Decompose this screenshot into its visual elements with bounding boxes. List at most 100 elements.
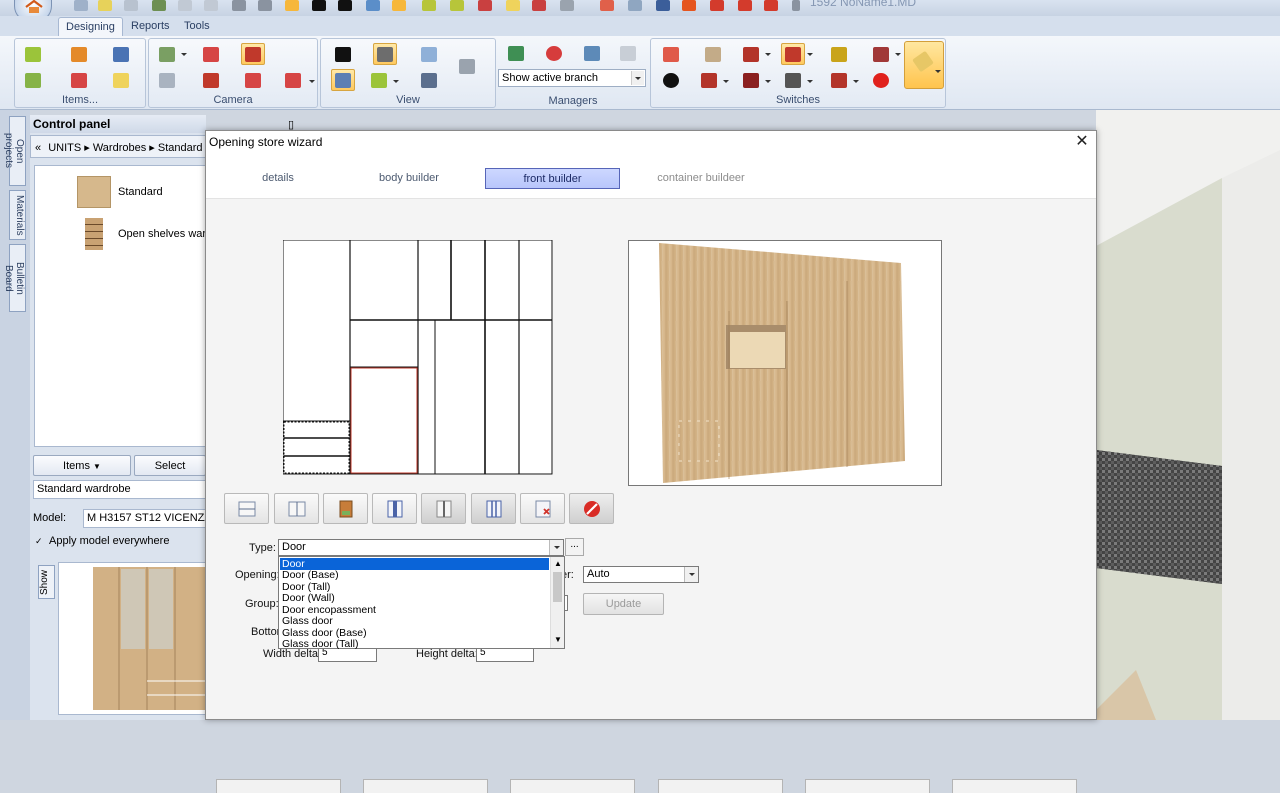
door-panel-button[interactable] [323,493,368,524]
side-tab-open-projects[interactable]: Open projects [3,116,26,186]
dropdown-scrollbar[interactable]: ▲ ▼ [550,557,564,648]
render-icon[interactable] [285,0,299,11]
apply-model-checkbox[interactable]: ✓ Apply model everywhere [35,535,169,547]
add-item-button[interactable] [21,43,45,65]
material-icon[interactable] [764,0,778,11]
save-icon[interactable] [258,0,272,11]
handle-select[interactable]: Auto [583,566,699,583]
camera-button[interactable] [155,43,179,65]
door-icon[interactable] [532,0,546,11]
chevron-down-icon[interactable] [723,80,729,83]
cancel-button[interactable] [569,493,614,524]
apply-button[interactable] [510,779,635,793]
perspective-button[interactable] [241,43,265,65]
image-edit-icon[interactable] [366,0,380,11]
cancel-dialog-button[interactable] [658,779,783,793]
side-tab-materials[interactable]: Materials [9,190,26,240]
chevron-down-icon[interactable] [181,53,187,56]
accessory-button[interactable] [616,42,640,64]
tab-tools[interactable]: Tools [177,17,217,36]
chevron-down-icon[interactable] [853,80,859,83]
baseline-button[interactable] [827,69,851,91]
center-divider-button[interactable] [421,493,466,524]
frame-switch-button[interactable] [697,69,721,91]
scroll-up-icon[interactable]: ▲ [554,559,562,568]
breadcrumb-units[interactable]: UNITS [48,142,81,154]
customize-toolbar-icon[interactable] [792,0,800,11]
type-select[interactable]: Door [278,539,564,556]
network-icon[interactable] [560,0,574,11]
edit-list-button[interactable] [580,42,604,64]
dimension-button[interactable] [827,43,851,65]
type-option[interactable]: Door encopassment [280,604,549,616]
display-settings-button[interactable] [455,55,479,77]
list-item[interactable]: Standard [35,170,207,210]
frame-button[interactable] [67,69,91,91]
open-folder-icon[interactable] [98,0,112,11]
chevron-down-icon[interactable] [309,80,315,83]
select-button[interactable]: Select [134,455,206,476]
chevron-down-icon[interactable] [765,53,771,56]
stop-button[interactable] [869,69,893,91]
double-divider-button[interactable] [471,493,516,524]
animation-button[interactable] [331,43,355,65]
delete-panel-button[interactable] [520,493,565,524]
edit-button[interactable] [21,69,45,91]
tab-designing[interactable]: Designing [58,17,123,36]
unit-name-field[interactable]: Standard wardrobe [33,480,206,499]
type-option[interactable]: Glass door (Tall) [280,638,549,650]
type-browse-button[interactable]: ... [565,538,584,556]
tab-front-builder[interactable]: front builder [485,168,620,189]
items-button[interactable]: Items ▼ [33,455,131,476]
list-item[interactable]: Open shelves wardrobe [35,212,234,252]
type-option[interactable]: Door (Base) [280,569,549,581]
tab-details[interactable]: details [228,168,328,189]
light-bulb-icon[interactable] [506,0,520,11]
undo-icon[interactable] [178,0,192,11]
breadcrumb-standard[interactable]: Standard [158,142,203,154]
new-file-icon[interactable] [74,0,88,11]
save-button[interactable] [805,779,930,793]
3d-viewport[interactable] [1096,110,1280,720]
render-view-button[interactable] [373,43,397,65]
ruler-icon[interactable] [422,0,436,11]
layers-button[interactable] [504,42,528,64]
measure-icon[interactable] [450,0,464,11]
model-input[interactable]: M H3157 ST12 VICENZA OAK [83,509,206,528]
vertical-split-button[interactable] [274,493,319,524]
previous-button[interactable] [216,779,341,793]
roof-button[interactable] [241,69,265,91]
breadcrumb-wardrobes[interactable]: Wardrobes [93,142,146,154]
breadcrumb-back-icon[interactable]: « [35,142,41,154]
textures-button[interactable] [367,69,391,91]
wall-switch-button[interactable] [739,43,763,65]
house-section-button[interactable] [199,69,223,91]
corner-switch-button[interactable] [781,69,805,91]
square-switch-button[interactable] [739,69,763,91]
next-button[interactable] [363,779,488,793]
type-option[interactable]: Glass door (Base) [280,627,549,639]
play-icon[interactable] [312,0,326,11]
show-tab[interactable]: Show [38,565,55,599]
magic-wand-button[interactable] [904,41,944,89]
collision-button[interactable] [869,43,893,65]
materials-manager-button[interactable] [542,42,566,64]
photo-view-button[interactable] [331,69,355,91]
grid-view-button[interactable] [417,43,441,65]
pen-icon[interactable] [152,0,166,11]
chevron-down-icon[interactable] [684,567,698,582]
snap-grid-button[interactable] [781,43,805,65]
snap-point-button[interactable] [659,43,683,65]
update-button[interactable]: Update [583,593,664,615]
scrollbar-thumb[interactable] [553,572,562,602]
copy-icon[interactable] [124,0,138,11]
chevron-down-icon[interactable] [549,540,563,555]
branch-select[interactable]: Show active branch [498,69,646,87]
window-icon[interactable] [478,0,492,11]
2d-view-icon[interactable] [656,0,670,11]
chevron-down-icon[interactable] [807,80,813,83]
movie-clapper-icon[interactable] [338,0,352,11]
grid-button[interactable] [109,43,133,65]
redo-icon[interactable] [204,0,218,11]
chevron-down-icon[interactable] [393,80,399,83]
